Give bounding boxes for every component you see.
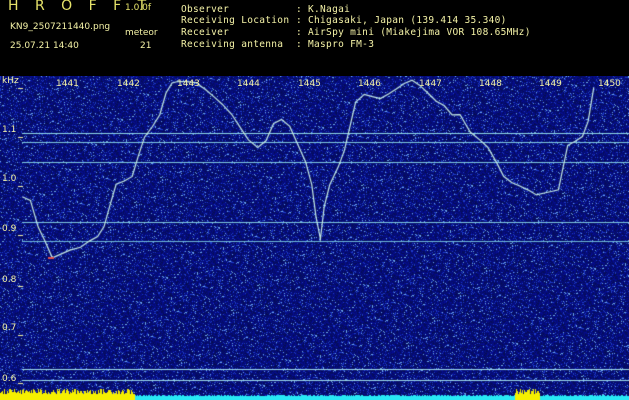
antenna-value: Maspro FM-3 (308, 39, 375, 50)
filename-label: KN9_2507211440.png (10, 22, 111, 32)
app-version: 1.0.0f (125, 3, 152, 13)
minute-label-1442: 1442 (117, 79, 140, 89)
y-tick-1-0: 1.0 (2, 174, 17, 184)
minute-label-1446: 1446 (358, 79, 381, 89)
spectrogram (0, 76, 629, 400)
y-tick-0-7: 0.7 (2, 323, 17, 333)
minute-label-1450: 1450 (598, 79, 621, 89)
meteor-count-value: 21 (140, 41, 152, 51)
observer-separator: : (296, 4, 302, 15)
timestamp-label: 25.07.21 14:40 (10, 41, 79, 51)
y-tick-1-1: 1.1 (2, 125, 17, 135)
y-tick-0-8: 0.8 (2, 275, 17, 285)
y-tick-0-9: 0.9 (2, 224, 17, 234)
y-tick-0-6: 0.6 (2, 374, 17, 384)
location-value: Chigasaki, Japan (139.414 35.340) (308, 15, 507, 26)
location-separator: : (296, 15, 302, 26)
antenna-label: Receiving antenna (181, 39, 284, 50)
observer-label: Observer (181, 4, 230, 15)
meteor-count-label: meteor (125, 28, 158, 38)
location-label: Receiving Location (181, 15, 290, 26)
minute-label-1441: 1441 (56, 79, 79, 89)
receiver-value: AirSpy mini (Miakejima VOR 108.65MHz) (308, 27, 531, 38)
minute-label-1443: 1443 (177, 79, 200, 89)
observer-value: K.Nagai (308, 4, 351, 15)
minute-label-1448: 1448 (479, 79, 502, 89)
minute-label-1444: 1444 (237, 79, 260, 89)
antenna-separator: : (296, 39, 302, 50)
y-unit-label: kHz (2, 76, 19, 86)
header-panel: H R O F F T 1.0.0f KN9_2507211440.png me… (0, 0, 629, 76)
minute-label-1449: 1449 (539, 79, 562, 89)
receiver-separator: : (296, 27, 302, 38)
minute-label-1447: 1447 (419, 79, 442, 89)
receiver-label: Receiver (181, 27, 230, 38)
minute-label-1445: 1445 (298, 79, 321, 89)
